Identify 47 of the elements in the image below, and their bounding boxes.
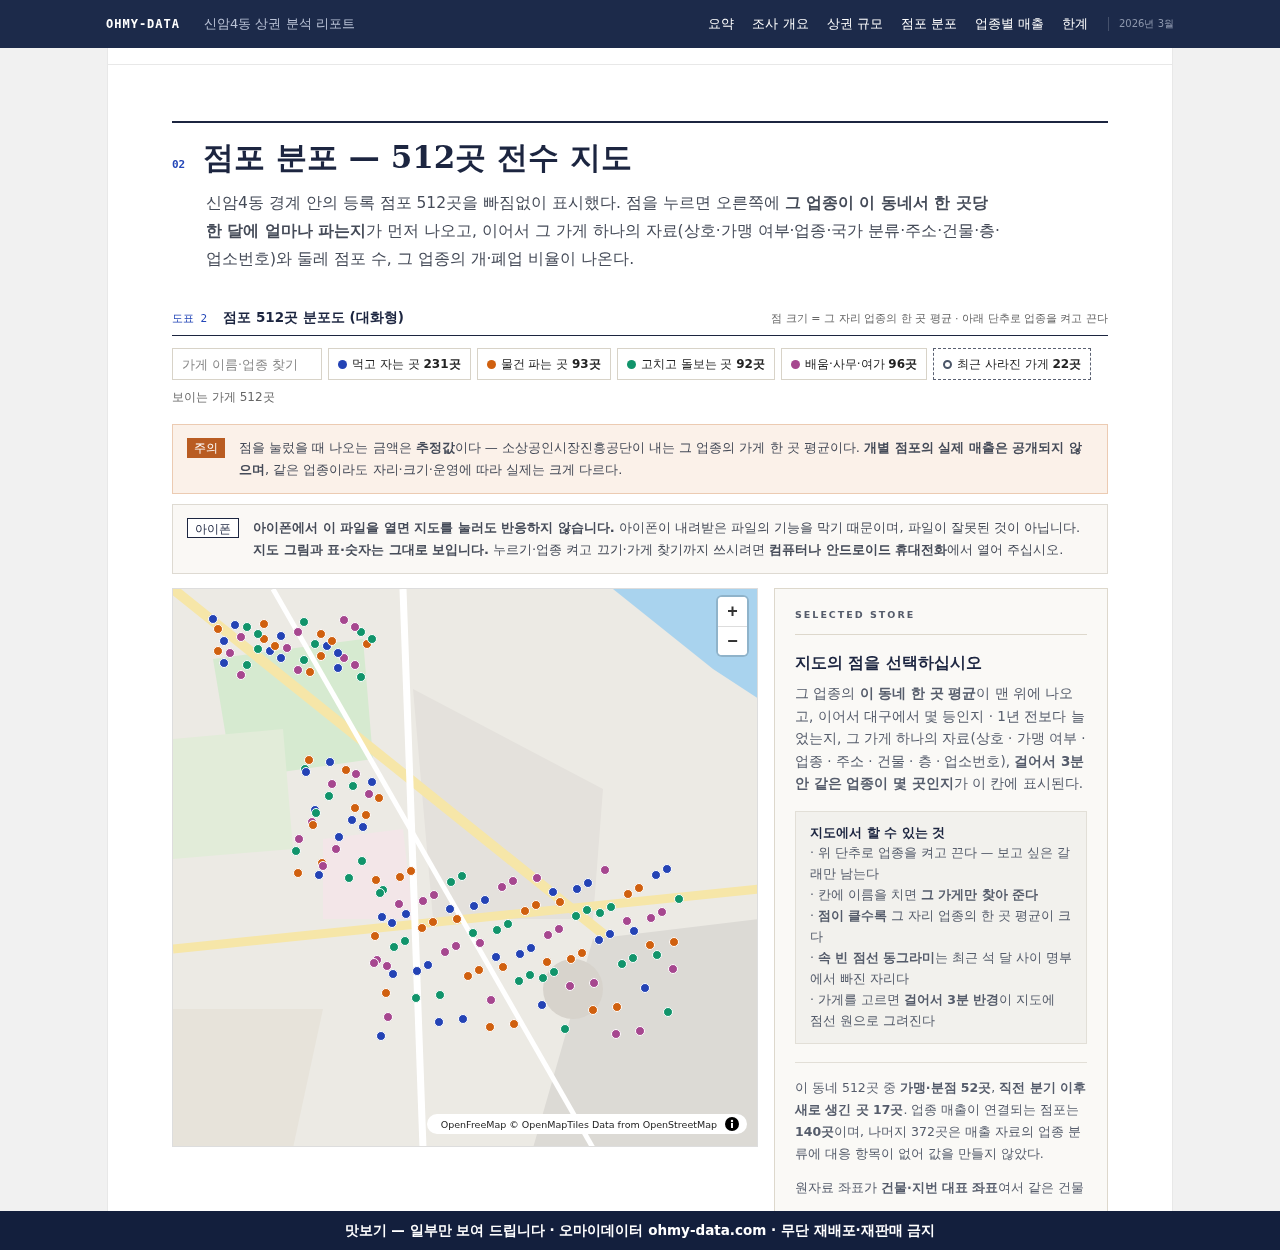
filter-button[interactable]: 최근 사라진 가게 22곳: [933, 348, 1092, 380]
notice-text: 점을 눌렀을 때 나오는 금액은 추정값이다 — 소상공인시장진흥공단이 내는 그 업종의 가게 한 곳 평균이다. 개별 점포의 실제 매출은 공개되지 않으며, 같은 업종이라도 자리·크기·운영에 따라 실제는 크게 다르다.: [239, 439, 1083, 479]
filter-button[interactable]: 먹고 자는 곳 231곳: [328, 348, 471, 380]
filter-label: 고치고 돌보는 곳 92곳: [640, 355, 765, 373]
zoom-out-button[interactable]: −: [718, 626, 747, 655]
section-intro: 신암4동 경계 안의 등록 점포 512곳을 빠짐없이 표시했다. 점을 누르면 오른쪽에 그 업종이 이 동네서 한 곳당 한 달에 얼마나 파는지가 먼저 나오고, 이어서 그 가게 하나의 자료(상호·가맹 여부·업종·국가 분류·주소·건물·층·업소번호)와 둘레 점포 수, 그 업종의 개·폐업 비율이 나온다.: [206, 193, 1001, 270]
filter-button[interactable]: 배움·사무·여가 96곳: [780, 348, 928, 380]
filter-label: 먹고 자는 곳 231곳: [352, 355, 461, 373]
panel-title: 지도의 점을 선택하십시오: [795, 653, 983, 674]
nav-link[interactable]: 요약: [708, 15, 735, 33]
tip-item: · 점이 클수록 그 자리 업종의 한 곳 평균이 크다: [810, 906, 1072, 946]
tip-item: · 위 단추로 업종을 켜고 끈다 — 보고 싶은 갈래만 남는다: [810, 843, 1072, 883]
footer-text: 맛보기 — 일부만 보여 드립니다 · 오마이데이터 ohmy-data.com · 무단 재배포·재판매 금지: [344, 1221, 936, 1240]
section-number: 02: [172, 158, 186, 171]
panel-paragraph: 원자료 좌표가 건물·지번 대표 좌표여서 같은 건물: [795, 1178, 1086, 1197]
nav-link[interactable]: 한계: [1062, 15, 1088, 33]
search-field[interactable]: 가게 이름·업종 찾기: [172, 348, 322, 380]
section-title: 점포 분포 — 512곳 전수 지도: [203, 138, 632, 177]
report-date: 2026년 3월: [1108, 17, 1174, 31]
panel-eyebrow: SELECTED STORE: [795, 609, 1087, 635]
filter-button[interactable]: 고치고 돌보는 곳 92곳: [616, 348, 775, 380]
filter-label: 물건 파는 곳 93곳: [500, 355, 601, 373]
tips-title: 지도에서 할 수 있는 것: [810, 823, 947, 842]
brand-logo[interactable]: OHMY-DATA: [106, 17, 181, 31]
nav-link[interactable]: 상권 규모: [826, 15, 883, 33]
figure-title: 점포 512곳 분포도 (대화형): [223, 309, 404, 327]
store-map[interactable]: + − OpenFreeMap © OpenMapTiles Data from OpenStreetMap: [172, 588, 758, 1147]
filter-label: 배움·사무·여가 96곳: [804, 355, 918, 373]
nav-link[interactable]: 업종별 매출: [974, 15, 1044, 33]
info-icon[interactable]: [725, 1117, 739, 1131]
panel-paragraph: 이 동네 512곳 중 가맹·분점 52곳, 직전 분기 이후 새로 생긴 곳 17곳. 업종 매출이 연결되는 점포는 140곳이며, 나머지 372곳은 매출 자료의 업종 분류에 대응 항목이 없어 값을 만들지 않았다.: [795, 1078, 1087, 1163]
panel-text: 그 업종의 이 동네 한 곳 평균이 맨 위에 나오고, 이어서 대구에서 몇 등인지 · 1년 전보다 늘었는지, 그 가게 하나의 자료(상호 · 가맹 여부 · 업종 · 주소 · 건물 · 층 · 업소번호), 걸어서 3분 안 같은 업종이 몇 곳인지가 이 칸에 표시된다.: [795, 684, 1087, 793]
notice-text: 아이폰에서 이 파일을 열면 지도를 눌러도 반응하지 않습니다. 아이폰이 내려받은 파일의 기능을 막기 때문이며, 파일이 잘못된 것이 아닙니다. 지도 그림과 표·숫자는 그대로 보입니다. 누르기·업종 켜고 끄기·가게 찾기까지 쓰시려면 컴퓨터나 안드로이드 휴대전화에서 열어 주십시오.: [253, 519, 1082, 559]
figure-note: 점 크기 = 그 자리 업종의 한 곳 평균 · 아래 단추로 업종을 켜고 끈다: [771, 310, 1108, 326]
filter-label: 최근 사라진 가게 22곳: [957, 355, 1082, 373]
nav-link[interactable]: 점포 분포: [900, 15, 957, 33]
notice-tag: 주의: [187, 438, 225, 458]
figure-label: 도표 2: [172, 310, 208, 326]
tip-item: · 속 빈 점선 동그라미는 최근 석 달 사이 명부에서 빠진 자리다: [810, 948, 1072, 988]
tip-item: · 칸에 이름을 치면 그 가게만 찾아 준다: [810, 885, 1039, 904]
notice-tag: 아이폰: [187, 518, 239, 538]
attribution-text: OpenFreeMap © OpenMapTiles Data from OpenStreetMap: [440, 1118, 717, 1130]
report-title: 신암4동 상권 분석 리포트: [204, 15, 355, 33]
tip-item: · 가게를 고르면 걸어서 3분 반경이 지도에 점선 원으로 그려진다: [810, 990, 1057, 1030]
nav-link[interactable]: 조사 개요: [752, 15, 809, 33]
visible-count: 보이는 가게 512곳: [172, 389, 276, 406]
filter-button[interactable]: 물건 파는 곳 93곳: [476, 348, 611, 380]
